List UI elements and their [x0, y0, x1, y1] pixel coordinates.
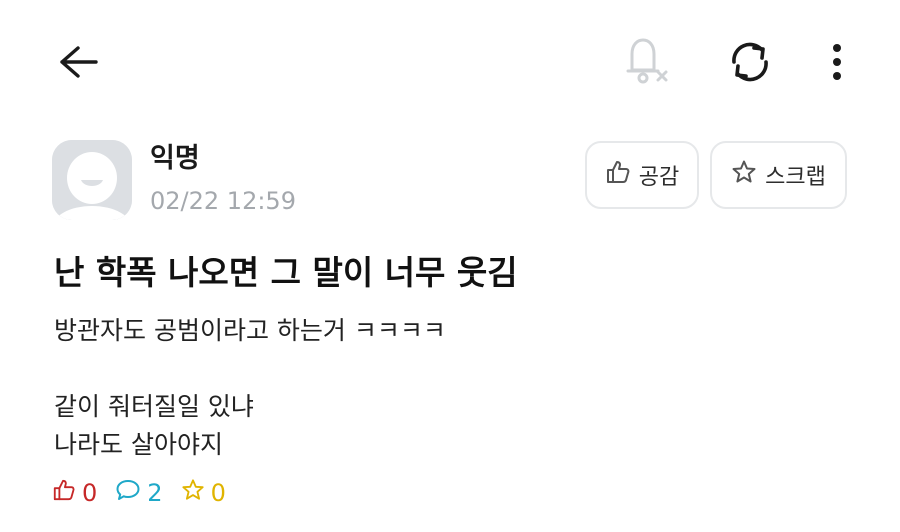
- thumbs-up-icon: [52, 478, 76, 508]
- scrap-button[interactable]: 스크랩: [710, 141, 847, 209]
- star-icon: [181, 478, 205, 508]
- like-button-label: 공감: [638, 165, 680, 190]
- post-timestamp: 02/22 12:59: [150, 187, 296, 215]
- more-vertical-icon[interactable]: [820, 38, 854, 86]
- star-icon: [731, 159, 757, 191]
- post-body: 방관자도 공범이라고 하는거 ㅋㅋㅋㅋ 같이 줘터질일 있냐 나라도 살아야지: [54, 312, 446, 464]
- scrap-button-label: 스크랩: [765, 165, 826, 190]
- comment-icon: [115, 478, 141, 508]
- comment-count-stat: 2: [115, 478, 163, 508]
- post-body-line: [54, 350, 446, 388]
- post-title: 난 학폭 나오면 그 말이 너무 웃김: [54, 253, 518, 292]
- post-body-line: 방관자도 공범이라고 하는거 ㅋㅋㅋㅋ: [54, 316, 446, 345]
- author-name: 익명: [150, 143, 200, 174]
- bell-off-icon: [620, 34, 672, 88]
- post-stats: 0 2 0: [52, 478, 244, 508]
- like-count-stat: 0: [52, 478, 97, 508]
- top-bar: [0, 0, 900, 120]
- scrap-count-stat: 0: [181, 478, 226, 508]
- like-button[interactable]: 공감: [585, 141, 699, 209]
- thumbs-up-icon: [605, 159, 631, 191]
- refresh-icon[interactable]: [724, 36, 776, 88]
- author-block: 익명 02/22 12:59: [52, 140, 296, 220]
- scrap-count: 0: [210, 479, 226, 507]
- like-count: 0: [82, 479, 98, 507]
- back-arrow-icon[interactable]: [56, 40, 100, 84]
- post-body-line: 같이 줘터질일 있냐: [54, 392, 254, 421]
- avatar[interactable]: [52, 140, 132, 220]
- post-body-line: 나라도 살아야지: [54, 430, 223, 459]
- comment-count: 2: [147, 479, 163, 507]
